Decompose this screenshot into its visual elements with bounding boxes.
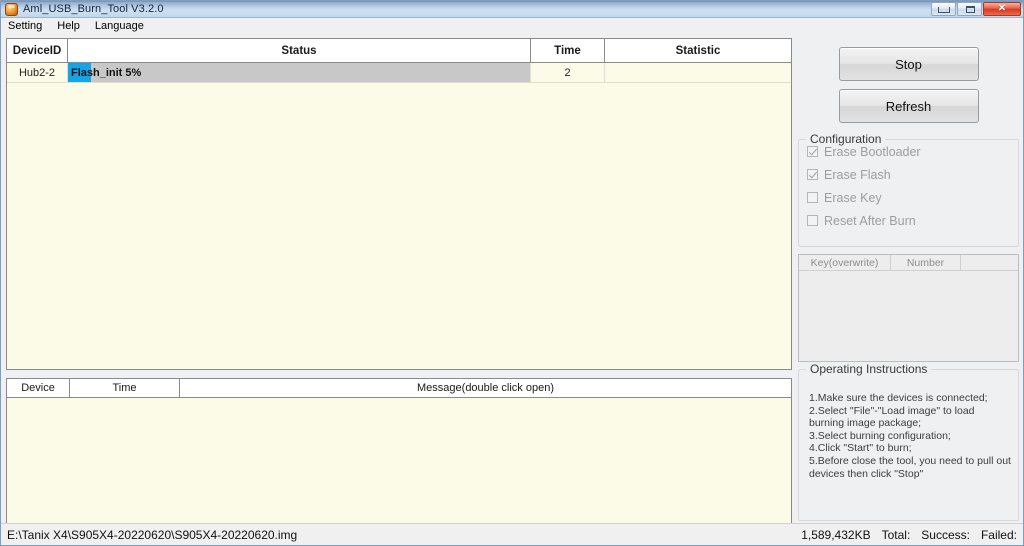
message-table-header: Device Time Message(double click open) bbox=[7, 379, 791, 398]
checkbox-checked-icon bbox=[807, 146, 818, 157]
column-header-key-overwrite[interactable]: Key(overwrite) bbox=[799, 255, 891, 270]
device-table-header: DeviceID Status Time Statistic bbox=[7, 39, 791, 63]
menu-item-help[interactable]: Help bbox=[57, 19, 88, 33]
status-total: Total: bbox=[881, 527, 911, 542]
checkbox-erase-flash[interactable]: Erase Flash bbox=[807, 163, 1018, 186]
table-row[interactable]: Hub2-2 Flash_init 5% 2 bbox=[7, 63, 791, 83]
key-grid-header: Key(overwrite) Number bbox=[799, 255, 1018, 271]
key-grid[interactable]: Key(overwrite) Number bbox=[798, 254, 1019, 362]
instruction-line: 2.Select "File"-"Load image" to load bur… bbox=[809, 404, 975, 430]
configuration-group-title: Configuration bbox=[806, 132, 886, 146]
status-image-path: E:\Tanix X4\S905X4-20220620\S905X4-20220… bbox=[7, 527, 298, 542]
progress-bar-label: Flash_init 5% bbox=[71, 66, 142, 79]
status-success: Success: bbox=[921, 527, 970, 542]
refresh-button[interactable]: Refresh bbox=[838, 89, 979, 123]
status-counters: 1,589,432KB Total: Success: Failed: bbox=[801, 528, 1017, 542]
column-header-message-device[interactable]: Device bbox=[7, 379, 70, 397]
checkbox-unchecked-icon bbox=[807, 215, 818, 226]
window-controls: ✕ bbox=[931, 2, 1021, 16]
instruction-line: 3.Select burning configuration; bbox=[809, 429, 951, 442]
minimize-button[interactable] bbox=[931, 2, 956, 16]
status-bar: E:\Tanix X4\S905X4-20220620\S905X4-20220… bbox=[1, 523, 1023, 545]
title-bar: Aml_USB_Burn_Tool V3.2.0 ✕ bbox=[1, 1, 1023, 18]
cell-deviceid: Hub2-2 bbox=[7, 63, 68, 82]
menu-item-setting[interactable]: Setting bbox=[8, 19, 50, 33]
cell-statistic bbox=[605, 63, 791, 82]
message-table-empty-area bbox=[7, 398, 791, 523]
column-header-time[interactable]: Time bbox=[531, 39, 605, 62]
device-table[interactable]: DeviceID Status Time Statistic Hub2-2 Fl… bbox=[6, 38, 792, 370]
column-header-statistic[interactable]: Statistic bbox=[605, 39, 791, 62]
message-table[interactable]: Device Time Message(double click open) bbox=[6, 378, 792, 524]
close-icon: ✕ bbox=[997, 3, 1007, 14]
checkbox-erase-key[interactable]: Erase Key bbox=[807, 186, 1018, 209]
maximize-icon bbox=[966, 6, 975, 13]
right-panel: Stop Refresh Configuration Erase Bootloa… bbox=[796, 38, 1021, 524]
instruction-line: 1.Make sure the devices is connected; bbox=[809, 392, 988, 404]
menu-item-language[interactable]: Language bbox=[95, 19, 152, 33]
close-button[interactable]: ✕ bbox=[983, 2, 1021, 16]
cell-status: Flash_init 5% bbox=[68, 63, 531, 82]
column-header-status[interactable]: Status bbox=[68, 39, 531, 62]
cell-time: 2 bbox=[531, 63, 605, 82]
checkbox-label: Erase Bootloader bbox=[824, 144, 921, 159]
operating-instructions-group: Operating Instructions 1.Make sure the d… bbox=[798, 362, 1019, 521]
status-failed: Failed: bbox=[980, 527, 1017, 542]
column-header-message-time[interactable]: Time bbox=[70, 379, 180, 397]
checkbox-checked-icon bbox=[807, 169, 818, 180]
stop-button[interactable]: Stop bbox=[838, 47, 979, 81]
progress-bar: Flash_init 5% bbox=[68, 63, 530, 82]
application-window: Aml_USB_Burn_Tool V3.2.0 ✕ Setting Help … bbox=[0, 0, 1024, 546]
maximize-button[interactable] bbox=[957, 2, 982, 16]
window-title: Aml_USB_Burn_Tool V3.2.0 bbox=[23, 3, 164, 15]
configuration-group: Configuration Erase Bootloader Erase Fla… bbox=[798, 132, 1019, 247]
checkbox-label: Erase Key bbox=[824, 190, 882, 205]
column-header-key-number[interactable]: Number bbox=[891, 255, 961, 270]
column-header-message-text[interactable]: Message(double click open) bbox=[180, 379, 791, 397]
column-header-key-blank[interactable] bbox=[961, 255, 1018, 270]
instruction-line: 4.Click "Start" to burn; bbox=[809, 442, 912, 455]
device-table-empty-area bbox=[7, 83, 791, 369]
menu-bar: Setting Help Language bbox=[1, 18, 1023, 34]
status-image-size: 1,589,432KB bbox=[801, 527, 871, 542]
checkbox-label: Reset After Burn bbox=[824, 213, 916, 228]
checkbox-reset-after-burn[interactable]: Reset After Burn bbox=[807, 209, 1018, 232]
app-icon bbox=[5, 2, 18, 16]
operating-instructions-title: Operating Instructions bbox=[806, 362, 932, 376]
instruction-line: 5.Before close the tool, you need to pul… bbox=[809, 454, 1011, 480]
operating-instructions-body: 1.Make sure the devices is connected; 2.… bbox=[803, 392, 1018, 480]
minimize-icon bbox=[938, 7, 950, 13]
checkbox-label: Erase Flash bbox=[824, 167, 891, 182]
column-header-deviceid[interactable]: DeviceID bbox=[7, 39, 68, 62]
checkbox-unchecked-icon bbox=[807, 192, 818, 203]
